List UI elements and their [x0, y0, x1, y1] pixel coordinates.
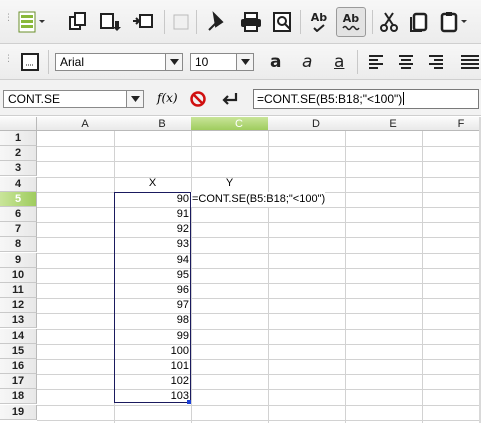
autospellcheck-label: Ab: [342, 12, 360, 25]
row-header-9[interactable]: 9: [0, 252, 37, 268]
row-gridline: [37, 404, 481, 406]
column-gridline: [268, 131, 269, 423]
toggle-toolbar-icon[interactable]: [14, 9, 48, 35]
row-header-16[interactable]: 16: [0, 359, 37, 374]
row-gridline: [37, 222, 481, 224]
referenced-range-highlight: [114, 192, 191, 403]
accept-icon[interactable]: [218, 86, 242, 112]
spellcheck-label: Ab: [310, 11, 328, 24]
paste-clipboard-icon[interactable]: [438, 9, 472, 35]
row-header-13[interactable]: 13: [0, 313, 37, 329]
formatting-toolbar: ⋮ Arial 10 a a a: [0, 44, 481, 80]
row-gridline: [37, 374, 481, 376]
select-all-corner[interactable]: [0, 117, 37, 131]
row-header-10[interactable]: 10: [0, 267, 37, 283]
toolbar-separator: [164, 10, 165, 34]
row-gridline: [37, 389, 481, 391]
row-header-3[interactable]: 3: [0, 161, 37, 177]
row-header-7[interactable]: 7: [0, 222, 37, 238]
copy-icon[interactable]: [406, 9, 432, 35]
name-box-dropdown-icon[interactable]: [126, 91, 143, 107]
styles-icon[interactable]: [18, 49, 42, 75]
row-gridline: [37, 252, 481, 254]
row-gridline: [37, 207, 481, 208]
column-gridline: [345, 131, 346, 423]
cut-icon[interactable]: [376, 9, 402, 35]
toolbar-separator: [196, 10, 197, 34]
row-header-12[interactable]: 12: [0, 298, 37, 314]
row-gridline: [37, 161, 481, 163]
cell-c4[interactable]: Y: [191, 176, 268, 191]
row-header-4[interactable]: 4: [0, 176, 37, 192]
cancel-icon[interactable]: [186, 86, 210, 112]
insert-icon[interactable]: [130, 9, 156, 35]
row-gridline: [37, 146, 481, 148]
function-wizard-button[interactable]: f(x): [157, 91, 178, 105]
print-icon[interactable]: [238, 9, 264, 35]
align-center-icon[interactable]: [396, 49, 416, 75]
row-gridline: [37, 298, 481, 300]
formula-text: =CONT.SE(B5:B18;"<100"): [257, 92, 403, 106]
name-box-value: CONT.SE: [8, 92, 61, 106]
row-gridline: [37, 237, 481, 239]
font-name-value: Arial: [60, 55, 85, 69]
bold-button[interactable]: a: [270, 52, 281, 72]
standard-toolbar: ⋮ Ab Ab: [0, 0, 481, 44]
formula-input[interactable]: =CONT.SE(B5:B18;"<100"): [253, 89, 479, 109]
toolbar-grip[interactable]: ⋮: [4, 55, 13, 64]
row-gridline: [37, 328, 481, 330]
row-header-17[interactable]: 17: [0, 374, 37, 390]
row-header-18[interactable]: 18: [0, 389, 37, 405]
font-name-dropdown-icon[interactable]: [165, 54, 182, 70]
cell-c5-editing[interactable]: =CONT.SE(B5:B18;"<100"): [191, 192, 326, 207]
column-gridline: [191, 131, 192, 423]
row-gridline: [37, 343, 481, 345]
align-right-icon[interactable]: [426, 49, 446, 75]
font-name-combo[interactable]: Arial: [55, 53, 183, 71]
row-header-5[interactable]: 5: [0, 191, 37, 207]
row-header-11[interactable]: 11: [0, 283, 37, 298]
column-header-f[interactable]: F: [422, 117, 481, 131]
row-header-19[interactable]: 19: [0, 404, 37, 420]
spreadsheet-grid[interactable]: ABCDEF 1 2 3 4 5 6 7 8 9 10 11 12 13 14 15 16 17 18 19 X Y…: [0, 117, 481, 423]
toolbar-separator: [300, 10, 301, 34]
row-header-2[interactable]: 2: [0, 146, 37, 162]
italic-button[interactable]: a: [302, 52, 312, 72]
font-size-combo[interactable]: 10: [190, 53, 254, 71]
range-resize-handle[interactable]: [187, 400, 191, 404]
font-size-dropdown-icon[interactable]: [236, 54, 253, 70]
row-header-15[interactable]: 15: [0, 343, 37, 359]
toolbar-grip[interactable]: ⋮: [4, 14, 13, 23]
hyperlink-icon[interactable]: [204, 9, 230, 35]
font-size-value: 10: [195, 55, 209, 69]
row-header-8[interactable]: 8: [0, 237, 37, 253]
justify-icon[interactable]: [458, 49, 480, 75]
row-gridline: [37, 419, 481, 421]
column-gridline: [422, 131, 423, 423]
row-gridline: [37, 283, 481, 284]
row-header-1[interactable]: 1: [0, 131, 37, 146]
toolbar-separator: [372, 10, 373, 34]
row-gridline: [37, 359, 481, 360]
name-box[interactable]: CONT.SE: [3, 90, 144, 108]
underline-button[interactable]: a: [334, 52, 344, 72]
toolbar-separator: [357, 50, 358, 74]
row-gridline: [37, 267, 481, 269]
paste-icon[interactable]: [66, 9, 90, 35]
align-left-icon[interactable]: [366, 49, 386, 75]
row-header-6[interactable]: 6: [0, 207, 37, 222]
cell-b4[interactable]: X: [114, 176, 191, 191]
row-header-14[interactable]: 14: [0, 328, 37, 344]
form-icon: [170, 9, 192, 35]
row-gridline: [37, 313, 481, 315]
spellcheck-icon[interactable]: Ab: [306, 9, 332, 35]
text-caret: [403, 92, 405, 105]
autospellcheck-icon[interactable]: Ab: [336, 7, 366, 37]
toolbar-separator: [48, 50, 49, 74]
clone-icon[interactable]: [98, 9, 124, 35]
print-preview-icon[interactable]: [270, 9, 296, 35]
